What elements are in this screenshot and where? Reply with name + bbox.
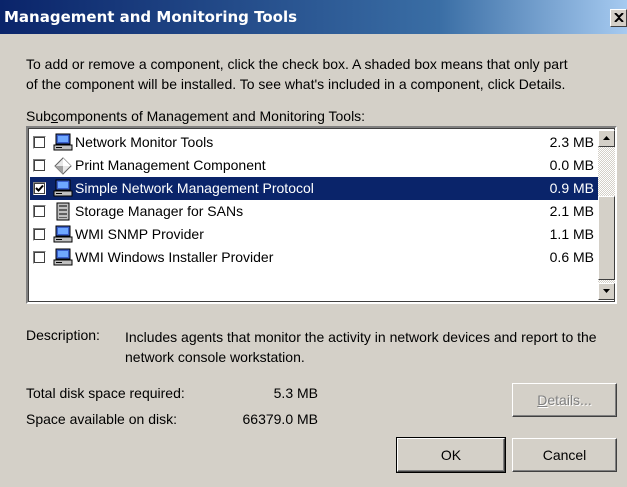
component-checkbox[interactable] <box>33 136 46 149</box>
ok-button[interactable]: OK <box>396 437 506 473</box>
computer-icon <box>53 248 73 267</box>
dialog-window: Management and Monitoring Tools To add o… <box>0 0 627 487</box>
subcomponents-list[interactable]: Network Monitor Tools 2.3 MB Print Managem… <box>26 126 617 304</box>
list-item-label: WMI SNMP Provider <box>75 226 204 242</box>
subcomponents-label-mnemonic: c <box>50 108 58 124</box>
list-item[interactable]: WMI SNMP Provider 1.1 MB <box>30 223 598 246</box>
scroll-thumb[interactable] <box>598 196 615 280</box>
details-label: etails... <box>547 392 592 408</box>
diamond-icon <box>53 156 73 175</box>
component-checkbox[interactable] <box>33 251 46 264</box>
scroll-down-button[interactable] <box>598 283 615 300</box>
computer-icon <box>53 133 73 152</box>
disk-required-value: 5.3 MB <box>273 385 318 401</box>
description-label: Description: <box>26 327 100 343</box>
disk-available-label: Space available on disk: <box>26 411 177 427</box>
component-checkbox[interactable] <box>33 159 46 172</box>
cancel-button[interactable]: Cancel <box>512 438 617 472</box>
computer-icon <box>53 179 73 198</box>
list-item[interactable]: Network Monitor Tools 2.3 MB <box>30 131 598 154</box>
list-item-label: WMI Windows Installer Provider <box>75 249 274 265</box>
title-bar[interactable]: Management and Monitoring Tools <box>0 0 627 34</box>
component-checkbox[interactable] <box>33 228 46 241</box>
computer-icon <box>53 225 73 244</box>
list-item-size: 0.9 MB <box>549 180 594 196</box>
intro-text: To add or remove a component, click the … <box>26 56 568 92</box>
component-checkbox[interactable] <box>33 182 46 195</box>
details-mnemonic: D <box>537 392 548 408</box>
component-checkbox[interactable] <box>33 205 46 218</box>
list-item-label: Print Management Component <box>75 157 266 173</box>
list-item[interactable]: Storage Manager for SANs 2.1 MB <box>30 200 598 223</box>
description-text: Includes agents that monitor the activit… <box>125 329 597 365</box>
subcomponents-list-items: Network Monitor Tools 2.3 MB Print Managem… <box>30 130 598 300</box>
close-button[interactable] <box>610 9 627 27</box>
arrow-down-icon <box>603 289 610 293</box>
disk-required-label: Total disk space required: <box>26 385 185 401</box>
list-item-label: Storage Manager for SANs <box>75 203 244 219</box>
scroll-up-button[interactable] <box>598 130 615 147</box>
close-icon <box>614 13 624 22</box>
server-icon <box>53 202 73 221</box>
details-button[interactable]: Details... <box>512 383 617 417</box>
arrow-up-icon <box>603 136 610 140</box>
subcomponents-label-prefix: Sub <box>26 108 51 124</box>
vertical-scrollbar[interactable] <box>598 130 615 300</box>
list-item-size: 2.1 MB <box>549 203 594 219</box>
list-item[interactable]: WMI Windows Installer Provider 0.6 MB <box>30 246 598 269</box>
list-item-size: 1.1 MB <box>549 226 594 242</box>
list-item-size: 0.6 MB <box>549 249 594 265</box>
list-item-label: Simple Network Management Protocol <box>75 180 314 196</box>
list-item-label: Network Monitor Tools <box>75 134 214 150</box>
disk-available-value: 66379.0 MB <box>242 411 319 427</box>
subcomponents-label: Subcomponents of Management and Monitori… <box>26 108 365 124</box>
list-item-size: 0.0 MB <box>549 157 594 173</box>
list-item[interactable]: Simple Network Management Protocol 0.9 MB <box>30 177 598 200</box>
list-item[interactable]: Print Management Component 0.0 MB <box>30 154 598 177</box>
subcomponents-label-rest: omponents of Management and Monitoring T… <box>57 108 366 124</box>
window-title: Management and Monitoring Tools <box>4 8 298 26</box>
list-item-size: 2.3 MB <box>549 134 594 150</box>
